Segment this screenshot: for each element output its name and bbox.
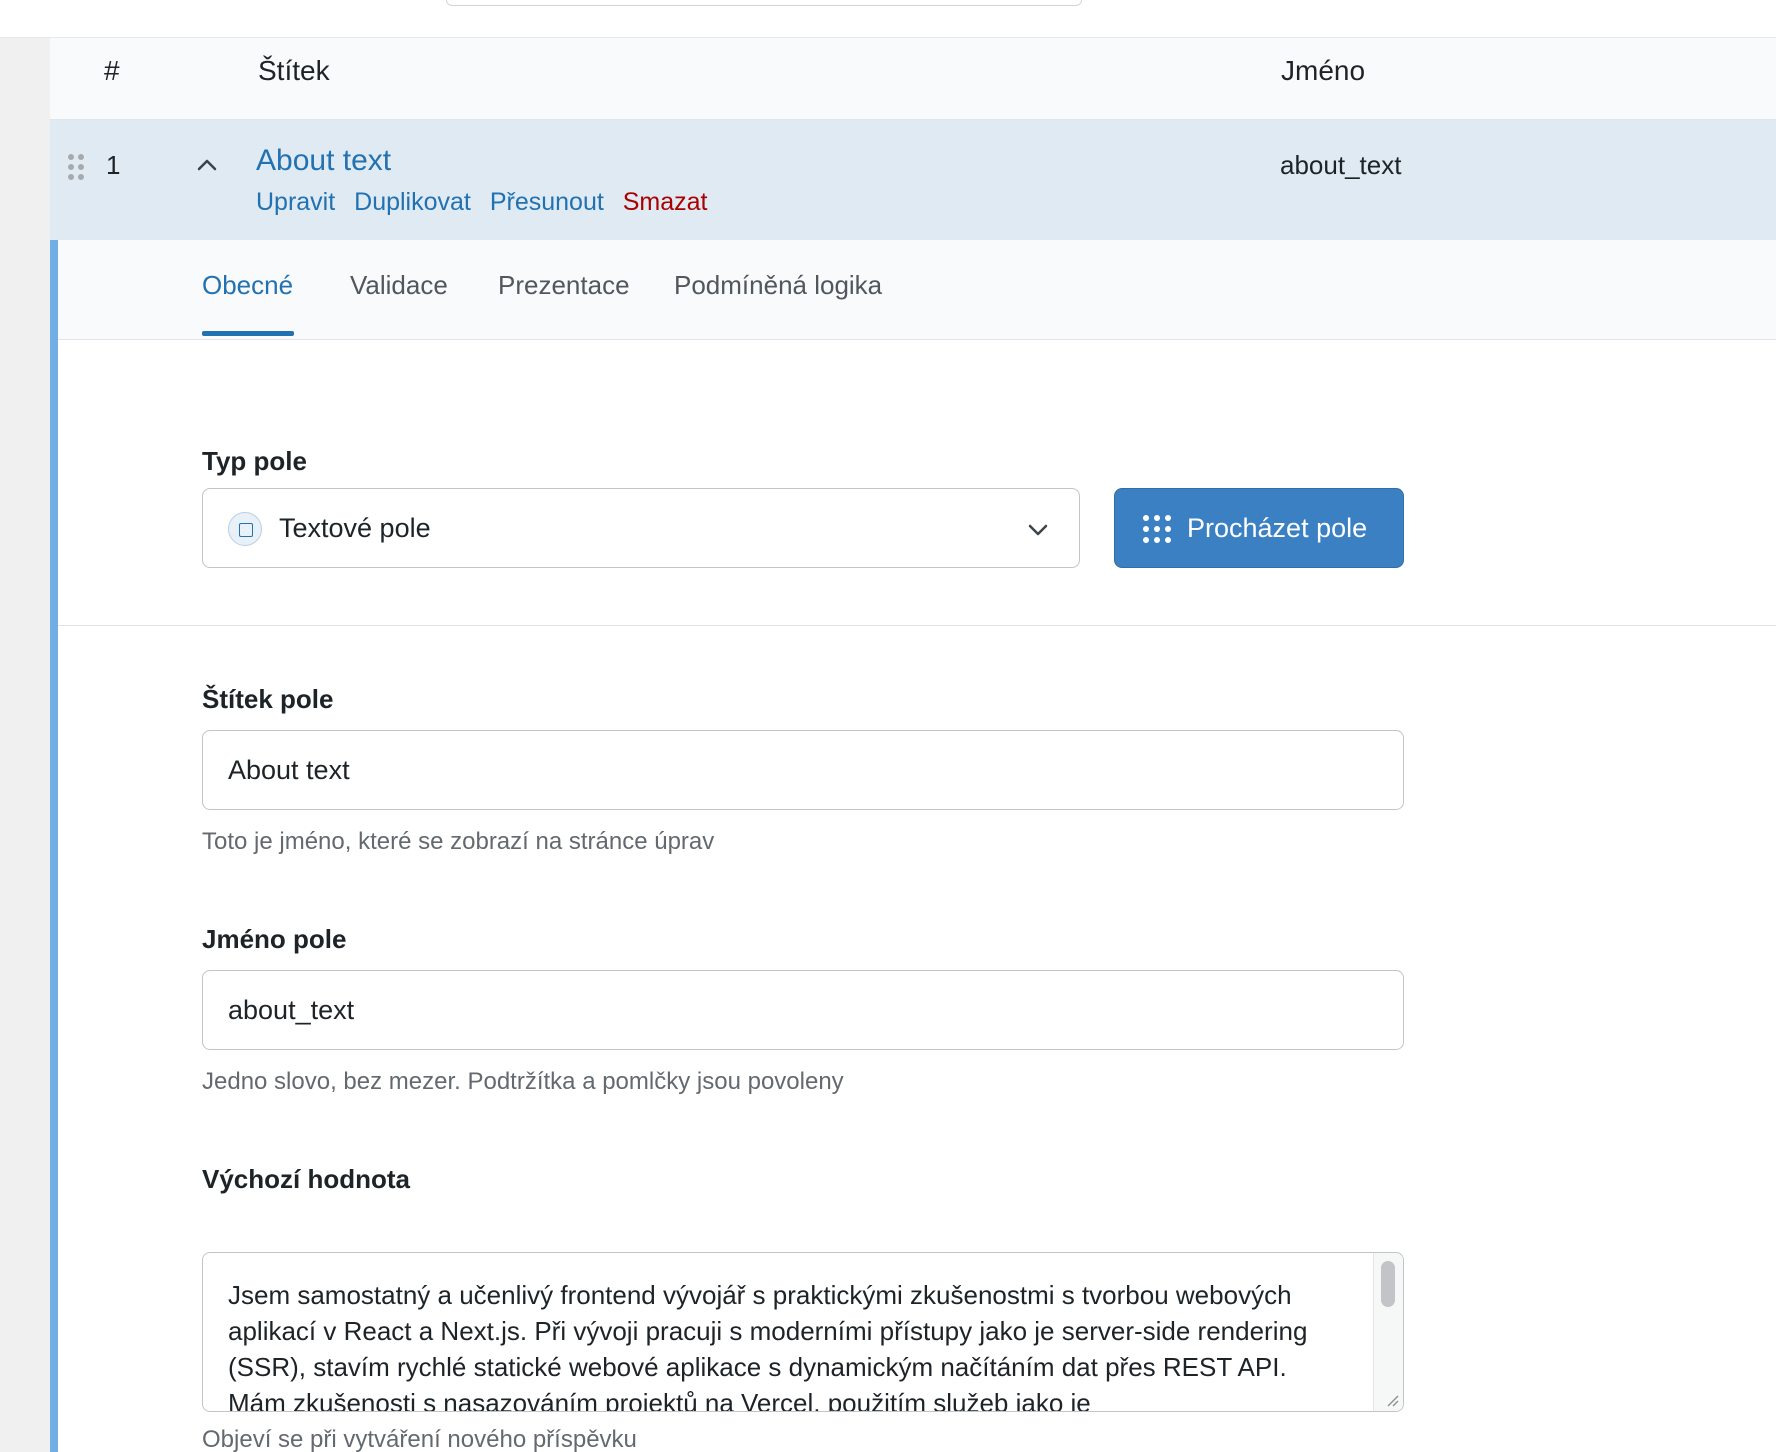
grid-icon <box>1143 515 1171 543</box>
field-name-label: Jméno pole <box>202 924 347 954</box>
field-group-editor: # Štítek Jméno 1 About text Upravit Dupl… <box>50 38 1776 1452</box>
column-header-number: # <box>104 55 120 86</box>
field-name-cell: about_text <box>1280 150 1402 180</box>
field-label-input[interactable] <box>202 730 1404 810</box>
column-header-name: Jméno <box>1281 55 1366 86</box>
settings-tabs: Obecné Validace Prezentace Podmíněná log… <box>58 240 1776 340</box>
default-value-text: Jsem samostatný a učenlivý frontend vývo… <box>228 1280 1308 1412</box>
delete-link[interactable]: Smazat <box>623 188 708 216</box>
field-row[interactable]: 1 About text Upravit Duplikovat Přesunou… <box>50 120 1776 240</box>
field-type-select[interactable]: Textové pole <box>202 488 1080 568</box>
field-name-input[interactable] <box>202 970 1404 1050</box>
column-header-label: Štítek <box>258 55 330 86</box>
left-gutter <box>0 38 50 1452</box>
browse-fields-label: Procházet pole <box>1187 513 1368 543</box>
top-bar <box>0 0 1776 38</box>
tab-presentation[interactable]: Prezentace <box>498 270 630 301</box>
field-title-link[interactable]: About text <box>256 144 391 178</box>
field-label-help: Toto je jméno, které se zobrazí na strán… <box>202 828 715 855</box>
field-type-label: Typ pole <box>202 446 307 476</box>
textarea-scrollbar[interactable] <box>1373 1253 1403 1411</box>
drag-handle-icon[interactable] <box>68 154 84 180</box>
default-value-help: Objeví se při vytváření nového příspěvku <box>202 1426 637 1452</box>
resize-grip-icon[interactable] <box>1385 1393 1399 1407</box>
fields-table-header: # Štítek Jméno <box>50 38 1776 120</box>
field-name-help: Jedno slovo, bez mezer. Podtržítka a pom… <box>202 1068 844 1095</box>
text-field-icon <box>228 512 262 546</box>
tab-general[interactable]: Obecné <box>202 270 293 301</box>
move-link[interactable]: Přesunout <box>490 188 604 216</box>
field-type-value: Textové pole <box>279 513 431 543</box>
field-order-number: 1 <box>106 150 121 180</box>
scrollbar-thumb[interactable] <box>1381 1261 1395 1307</box>
tab-conditional-logic[interactable]: Podmíněná logika <box>674 270 882 301</box>
default-value-textarea[interactable]: Jsem samostatný a učenlivý frontend vývo… <box>202 1252 1404 1412</box>
row-actions: Upravit Duplikovat Přesunout Smazat <box>256 188 720 217</box>
default-value-label: Výchozí hodnota <box>202 1164 410 1194</box>
section-divider <box>58 625 1776 626</box>
duplicate-link[interactable]: Duplikovat <box>354 188 471 216</box>
field-label-label: Štítek pole <box>202 684 334 714</box>
browse-fields-button[interactable]: Procházet pole <box>1114 488 1404 568</box>
active-tab-indicator <box>202 331 294 336</box>
tab-validation[interactable]: Validace <box>350 270 448 301</box>
chevron-up-icon[interactable] <box>192 150 222 180</box>
field-settings-panel: Obecné Validace Prezentace Podmíněná log… <box>50 240 1776 1452</box>
chevron-down-icon <box>1028 524 1048 536</box>
top-search-field[interactable] <box>446 0 1082 6</box>
edit-link[interactable]: Upravit <box>256 188 335 216</box>
